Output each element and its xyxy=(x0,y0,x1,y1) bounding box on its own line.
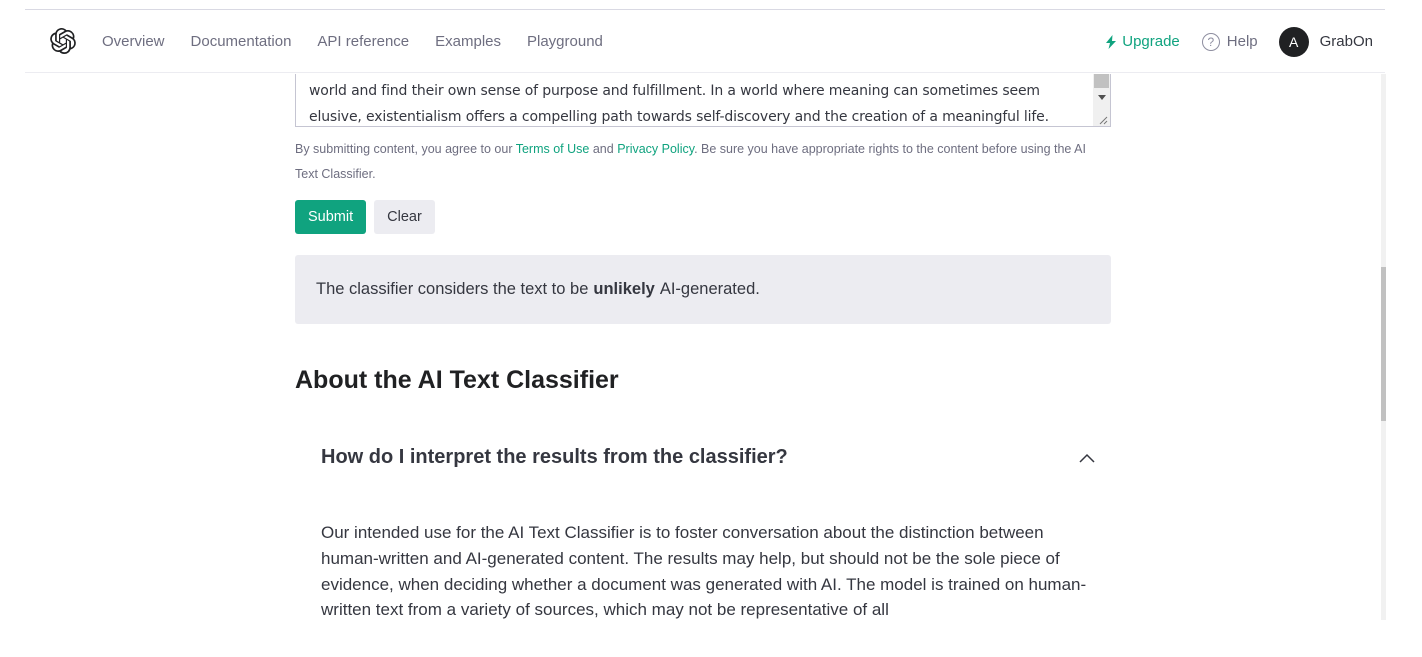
result-prefix: The classifier considers the text to be xyxy=(316,280,589,298)
help-label: Help xyxy=(1226,33,1258,50)
nav-overview[interactable]: Overview xyxy=(102,33,165,50)
upgrade-link[interactable]: Upgrade xyxy=(1105,33,1180,50)
nav-playground[interactable]: Playground xyxy=(527,33,603,50)
submit-button[interactable]: Submit xyxy=(295,200,367,234)
resize-handle-icon[interactable] xyxy=(1098,115,1108,125)
privacy-policy-link[interactable]: Privacy Policy xyxy=(617,142,694,156)
primary-nav: Overview Documentation API reference Exa… xyxy=(102,10,603,73)
text-input-content[interactable]: world and find their own sense of purpos… xyxy=(309,78,1079,126)
user-menu[interactable]: A GrabOn xyxy=(1278,26,1373,57)
terms-of-use-link[interactable]: Terms of Use xyxy=(516,142,590,156)
openai-logo-icon[interactable] xyxy=(50,28,76,54)
chevron-up-icon[interactable] xyxy=(1078,452,1096,464)
disclaimer-text: By submitting content, you agree to our xyxy=(295,142,516,156)
page-scrollbar-thumb[interactable] xyxy=(1381,267,1386,421)
result-suffix: AI-generated. xyxy=(659,280,760,298)
top-navbar: Overview Documentation API reference Exa… xyxy=(25,10,1385,73)
help-link[interactable]: ? Help xyxy=(1201,32,1258,51)
classification-result: The classifier considers the text to be … xyxy=(295,255,1111,324)
lightning-icon xyxy=(1106,34,1117,49)
upgrade-label: Upgrade xyxy=(1122,33,1180,50)
avatar: A xyxy=(1278,26,1309,57)
textarea-scroll-thumb[interactable] xyxy=(1094,74,1109,88)
nav-documentation[interactable]: Documentation xyxy=(191,33,292,50)
about-section-title: About the AI Text Classifier xyxy=(295,366,619,394)
disclaimer-text: and xyxy=(589,142,618,156)
action-buttons: Submit Clear xyxy=(295,200,435,234)
nav-api-reference[interactable]: API reference xyxy=(317,33,409,50)
faq-question-toggle[interactable]: How do I interpret the results from the … xyxy=(321,446,1096,469)
scroll-down-arrow-icon[interactable] xyxy=(1098,95,1106,100)
nav-examples[interactable]: Examples xyxy=(435,33,501,50)
faq-answer: Our intended use for the AI Text Classif… xyxy=(321,523,1087,620)
terms-disclaimer: By submitting content, you agree to our … xyxy=(295,137,1111,187)
username: GrabOn xyxy=(1319,33,1373,50)
result-verdict: unlikely xyxy=(593,280,655,298)
nav-right: Upgrade ? Help A GrabOn xyxy=(1105,10,1373,73)
question-circle-icon: ? xyxy=(1201,32,1220,51)
textarea-scrollbar[interactable] xyxy=(1093,74,1110,126)
text-input-area[interactable]: world and find their own sense of purpos… xyxy=(295,74,1111,127)
faq-question: How do I interpret the results from the … xyxy=(321,446,788,468)
clear-button[interactable]: Clear xyxy=(374,200,435,234)
